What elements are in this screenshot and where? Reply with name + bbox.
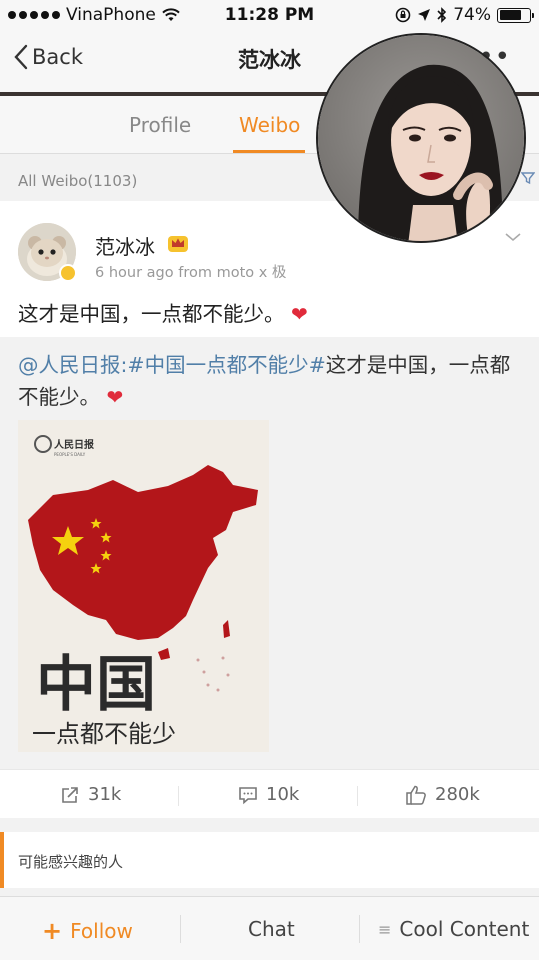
suggested-people-section[interactable]: 可能感兴趣的人 bbox=[0, 832, 539, 888]
china-map-poster: 人民日报 PEOPLE'S DAILY 中国 一点都不能少 bbox=[18, 420, 269, 752]
toolbar-separator bbox=[180, 915, 181, 943]
share-icon bbox=[62, 786, 78, 803]
bluetooth-icon bbox=[437, 7, 447, 23]
portrait-image bbox=[318, 35, 524, 241]
poster-subtitle: 一点都不能少 bbox=[32, 720, 176, 748]
chevron-down-icon[interactable] bbox=[505, 229, 521, 245]
chat-button[interactable]: Chat bbox=[248, 917, 295, 941]
reposted-weibo[interactable]: @人民日报:#中国一点都不能少#这才是中国，一点都不能少。 ❤ 人民日报 PEO… bbox=[0, 337, 539, 769]
comment-icon bbox=[239, 786, 257, 804]
topic-link[interactable]: :#中国一点都不能少# bbox=[121, 353, 326, 377]
post-body: 这才是中国，一点都不能少。 bbox=[18, 302, 285, 326]
poster-title: 中国 bbox=[36, 650, 156, 720]
like-count: 280k bbox=[435, 784, 480, 805]
plus-icon: + bbox=[42, 917, 63, 945]
filter-icon[interactable] bbox=[521, 171, 535, 185]
tab-profile[interactable]: Profile bbox=[129, 113, 191, 137]
status-bar: VinaPhone 11:28 PM 74% bbox=[0, 0, 539, 30]
weibo-post: 范冰冰 6 hour ago from moto x 极 这才是中国，一点都不能… bbox=[0, 201, 539, 818]
bottom-toolbar: + Follow Chat ≡ Cool Content bbox=[0, 896, 539, 960]
repost-heart-emoji: ❤ bbox=[106, 385, 124, 409]
status-right: 74% bbox=[395, 5, 534, 25]
comment-button[interactable]: 10k bbox=[238, 784, 299, 805]
crown-badge-icon bbox=[168, 236, 188, 252]
verified-badge-icon bbox=[59, 264, 77, 282]
follow-label: Follow bbox=[70, 919, 133, 943]
like-button[interactable]: 280k bbox=[405, 784, 480, 805]
share-button[interactable]: 31k bbox=[60, 784, 121, 805]
chat-label: Chat bbox=[248, 917, 295, 941]
location-icon bbox=[418, 9, 431, 21]
thumbs-up-icon bbox=[406, 785, 426, 805]
battery-level bbox=[499, 10, 521, 20]
comment-count: 10k bbox=[266, 784, 300, 805]
rotation-lock-icon bbox=[395, 7, 411, 23]
author-name[interactable]: 范冰冰 bbox=[95, 231, 155, 260]
tab-weibo[interactable]: Weibo bbox=[239, 113, 300, 137]
menu-icon: ≡ bbox=[378, 919, 392, 939]
post-actions: 31k 10k 280k bbox=[0, 769, 539, 818]
active-tab-indicator bbox=[233, 150, 305, 153]
toolbar-separator bbox=[359, 915, 360, 943]
suggested-people-label: 可能感兴趣的人 bbox=[18, 853, 124, 871]
repost-image[interactable]: 人民日报 PEOPLE'S DAILY 中国 一点都不能少 bbox=[18, 420, 269, 752]
profile-avatar[interactable] bbox=[316, 33, 526, 243]
poster-logo-text: 人民日报 bbox=[54, 438, 94, 451]
action-separator bbox=[178, 786, 179, 806]
poster-logo-sub: PEOPLE'S DAILY bbox=[54, 452, 86, 457]
share-count: 31k bbox=[88, 784, 122, 805]
post-text: 这才是中国，一点都不能少。 ❤ bbox=[18, 297, 308, 327]
weibo-count-label: All Weibo(1103) bbox=[18, 172, 138, 190]
post-meta: 6 hour ago from moto x 极 bbox=[95, 265, 287, 281]
cool-content-button[interactable]: ≡ Cool Content bbox=[378, 917, 529, 941]
action-separator bbox=[357, 786, 358, 806]
follow-button[interactable]: + Follow bbox=[42, 917, 133, 945]
battery-icon bbox=[497, 7, 534, 23]
mention-link[interactable]: @人民日报 bbox=[18, 353, 121, 377]
heart-emoji: ❤ bbox=[291, 302, 308, 326]
repost-text: @人民日报:#中国一点都不能少#这才是中国，一点都不能少。 ❤ bbox=[18, 349, 523, 413]
battery-percent: 74% bbox=[453, 5, 491, 25]
cool-content-label: Cool Content bbox=[399, 917, 530, 941]
